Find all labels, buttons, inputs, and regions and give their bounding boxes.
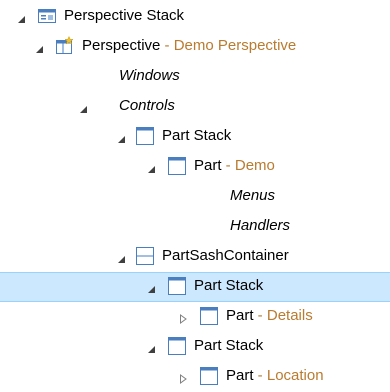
- collapsed-arrow-icon[interactable]: [178, 311, 188, 324]
- tree-node-label: Menus: [230, 187, 275, 205]
- part-icon: [199, 366, 219, 386]
- node-type-text: Handlers: [230, 217, 291, 234]
- expanded-arrow-icon[interactable]: [78, 101, 88, 113]
- tree-node-label: Part Stack: [194, 277, 263, 295]
- node-type-text: Controls: [119, 97, 175, 114]
- expanded-arrow-icon[interactable]: [116, 251, 126, 263]
- model-tree[interactable]: Perspective Stack Perspective - Demo Per…: [0, 0, 390, 392]
- node-type-text: Perspective Stack: [64, 7, 185, 24]
- node-detail-text: Demo: [234, 157, 275, 174]
- node-detail-text: Demo Perspective: [173, 37, 297, 54]
- tree-row-part-demo[interactable]: Part - Demo: [0, 152, 390, 182]
- part-icon: [199, 306, 219, 326]
- tree-node-label: Part Stack: [162, 127, 231, 145]
- tree-row-part-details[interactable]: Part - Details: [0, 302, 390, 332]
- part-sash-container-icon: [135, 246, 155, 266]
- node-type-text: Part Stack: [194, 337, 264, 354]
- expanded-arrow-icon[interactable]: [146, 281, 156, 293]
- node-type-text: Perspective: [82, 37, 161, 54]
- perspective-icon: [55, 35, 75, 56]
- tree-row-menus[interactable]: Menus: [0, 182, 390, 212]
- part-icon: [167, 156, 187, 176]
- perspective-stack-icon: [37, 6, 57, 26]
- node-detail-text: Details: [266, 307, 313, 324]
- node-type-text: Menus: [230, 187, 276, 204]
- node-type-text: Part: [226, 307, 254, 324]
- node-detail-text: Location: [266, 367, 324, 384]
- tree-node-label: Controls: [119, 97, 175, 115]
- node-separator-text: -: [253, 307, 267, 324]
- tree-node-label: Part - Location: [226, 367, 324, 385]
- tree-node-label: PartSashContainer: [162, 247, 289, 265]
- tree-node-label: Perspective - Demo Perspective: [82, 37, 296, 55]
- node-type-text: Part Stack: [194, 277, 264, 294]
- node-type-text: Part: [226, 367, 254, 384]
- expanded-arrow-icon[interactable]: [146, 161, 156, 173]
- tree-row-perspective[interactable]: Perspective - Demo Perspective: [0, 32, 390, 62]
- tree-row-perspective-stack[interactable]: Perspective Stack: [0, 2, 390, 32]
- tree-row-windows[interactable]: Windows: [0, 62, 390, 92]
- expanded-arrow-icon[interactable]: [116, 131, 126, 143]
- expanded-arrow-icon[interactable]: [34, 41, 44, 53]
- node-type-text: PartSashContainer: [162, 247, 289, 264]
- collapsed-arrow-icon[interactable]: [178, 371, 188, 384]
- tree-row-part-stack-selected[interactable]: Part Stack: [0, 272, 390, 302]
- node-separator-text: -: [221, 157, 235, 174]
- part-stack-icon: [167, 276, 187, 296]
- part-stack-icon: [135, 126, 155, 146]
- tree-node-label: Windows: [119, 67, 180, 85]
- tree-node-label: Handlers: [230, 217, 290, 235]
- tree-row-handlers[interactable]: Handlers: [0, 212, 390, 242]
- tree-node-label: Part - Demo: [194, 157, 275, 175]
- tree-row-part-stack[interactable]: Part Stack: [0, 122, 390, 152]
- expanded-arrow-icon[interactable]: [146, 341, 156, 353]
- tree-row-part-location[interactable]: Part - Location: [0, 362, 390, 392]
- tree-row-controls[interactable]: Controls: [0, 92, 390, 122]
- part-stack-icon: [167, 336, 187, 356]
- node-separator-text: -: [253, 367, 267, 384]
- node-separator-text: -: [160, 37, 174, 54]
- tree-node-label: Part Stack: [194, 337, 263, 355]
- tree-node-label: Perspective Stack: [64, 7, 184, 25]
- node-type-text: Windows: [119, 67, 180, 84]
- tree-row-part-stack-2[interactable]: Part Stack: [0, 332, 390, 362]
- node-type-text: Part: [194, 157, 222, 174]
- tree-row-part-sash-container[interactable]: PartSashContainer: [0, 242, 390, 272]
- tree-node-label: Part - Details: [226, 307, 313, 325]
- node-type-text: Part Stack: [162, 127, 232, 144]
- expanded-arrow-icon[interactable]: [16, 11, 26, 23]
